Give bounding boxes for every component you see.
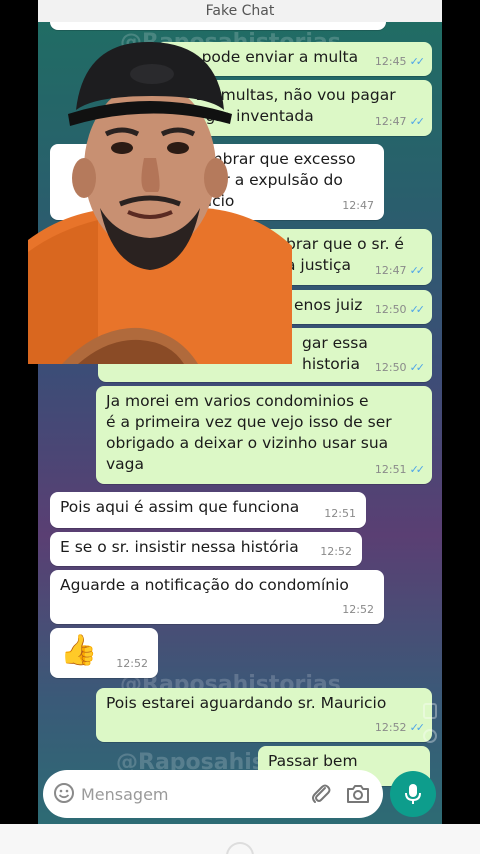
message-text: Pois aqui é assim que funciona xyxy=(60,498,300,516)
read-ticks-icon: ✓✓ xyxy=(409,361,426,374)
message-time: 12:45 ✓✓ xyxy=(375,51,426,72)
message-composer[interactable]: Mensagem xyxy=(43,770,383,818)
message-time: 12:52 ✓✓ xyxy=(375,717,426,738)
read-ticks-icon: ✓✓ xyxy=(409,303,426,316)
read-ticks-icon: ✓✓ xyxy=(409,55,426,68)
message-bubble[interactable]: Aguarde a notificação do condomínio 12:5… xyxy=(50,570,384,624)
camera-icon[interactable] xyxy=(345,782,371,806)
chat-title: Fake Chat xyxy=(205,3,275,19)
message-input[interactable]: Mensagem xyxy=(81,785,169,804)
message-bubble[interactable]: Pois aqui é assim que funciona 12:51 xyxy=(50,492,366,528)
message-time: 12:47 xyxy=(342,199,374,212)
home-indicator[interactable] xyxy=(226,842,254,854)
message-text: E se o sr. insistir nessa história xyxy=(60,538,299,556)
message-time: 12:47 ✓✓ xyxy=(375,260,426,281)
message-time: 12:47 ✓✓ xyxy=(375,111,426,132)
message-bubble[interactable]: Ja morei em varios condominios e é a pri… xyxy=(96,386,432,484)
video-overlay-person xyxy=(28,41,292,364)
paperclip-icon[interactable] xyxy=(309,782,333,806)
message-text: Aguarde a notificação do condomínio xyxy=(60,576,349,594)
message-time: 12:52 xyxy=(342,603,374,616)
letterbox-right xyxy=(442,0,480,824)
message-time: 12:52 xyxy=(116,657,148,670)
message-time: 12:50 ✓✓ xyxy=(375,299,426,320)
emoji-icon[interactable] xyxy=(53,782,75,804)
screen: @Raposahistorias @Raposahistorias @Rapos… xyxy=(0,0,480,854)
microphone-icon xyxy=(405,784,421,804)
read-ticks-icon: ✓✓ xyxy=(409,115,426,128)
message-bubble[interactable]: E se o sr. insistir nessa história 12:52 xyxy=(50,532,362,566)
read-ticks-icon: ✓✓ xyxy=(409,264,426,277)
message-time: 12:50 ✓✓ xyxy=(375,357,426,378)
message-time: 12:51 xyxy=(324,507,356,520)
chat-header[interactable]: Fake Chat xyxy=(38,0,442,22)
microphone-button[interactable] xyxy=(390,771,436,817)
read-ticks-icon: ✓✓ xyxy=(409,463,426,476)
message-bubble-emoji[interactable]: 👍 12:52 xyxy=(50,628,158,678)
message-time: 12:51 ✓✓ xyxy=(375,459,426,480)
message-text: Pois estarei aguardando sr. Mauricio xyxy=(106,694,387,712)
message-text: Passar bem xyxy=(268,752,358,770)
message-time: 12:52 xyxy=(320,545,352,558)
read-ticks-icon: ✓✓ xyxy=(409,721,426,734)
scroll-indicator-icon xyxy=(423,703,437,743)
system-navbar xyxy=(0,824,480,854)
message-bubble[interactable]: Pois estarei aguardando sr. Mauricio 12:… xyxy=(96,688,432,742)
